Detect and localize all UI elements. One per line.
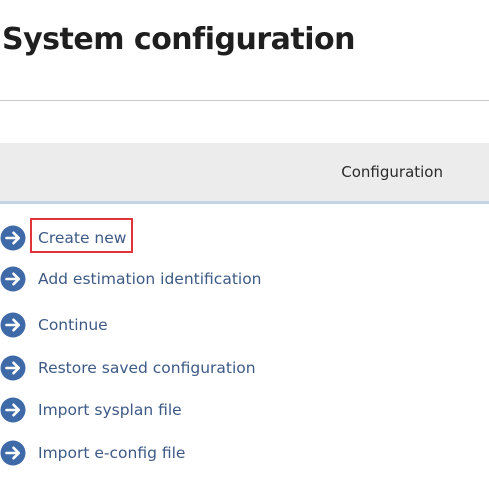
create-new-link[interactable]: Create new bbox=[0, 224, 126, 252]
import-sysplan-file-link[interactable]: Import sysplan file bbox=[0, 396, 182, 424]
arrow-right-circle-icon bbox=[0, 266, 26, 292]
system-configuration-page: System configuration Configuration Creat… bbox=[0, 0, 489, 495]
continue-label: Continue bbox=[38, 316, 108, 334]
arrow-right-circle-icon bbox=[0, 397, 26, 423]
import-e-config-file-link[interactable]: Import e-config file bbox=[0, 439, 185, 467]
create-new-label: Create new bbox=[38, 229, 127, 247]
arrow-right-circle-icon bbox=[0, 355, 26, 381]
arrow-right-circle-icon bbox=[0, 312, 26, 338]
import-sysplan-file-label: Import sysplan file bbox=[38, 401, 182, 419]
add-estimation-identification-label: Add estimation identification bbox=[38, 270, 262, 288]
import-e-config-file-label: Import e-config file bbox=[38, 444, 186, 462]
continue-link[interactable]: Continue bbox=[0, 311, 108, 339]
restore-saved-configuration-link[interactable]: Restore saved configuration bbox=[0, 354, 256, 382]
arrow-right-circle-icon bbox=[0, 440, 26, 466]
restore-saved-configuration-label: Restore saved configuration bbox=[38, 359, 256, 377]
action-list: Create new Add estimation identification… bbox=[0, 0, 489, 495]
add-estimation-identification-link[interactable]: Add estimation identification bbox=[0, 265, 262, 293]
arrow-right-circle-icon bbox=[0, 225, 26, 251]
